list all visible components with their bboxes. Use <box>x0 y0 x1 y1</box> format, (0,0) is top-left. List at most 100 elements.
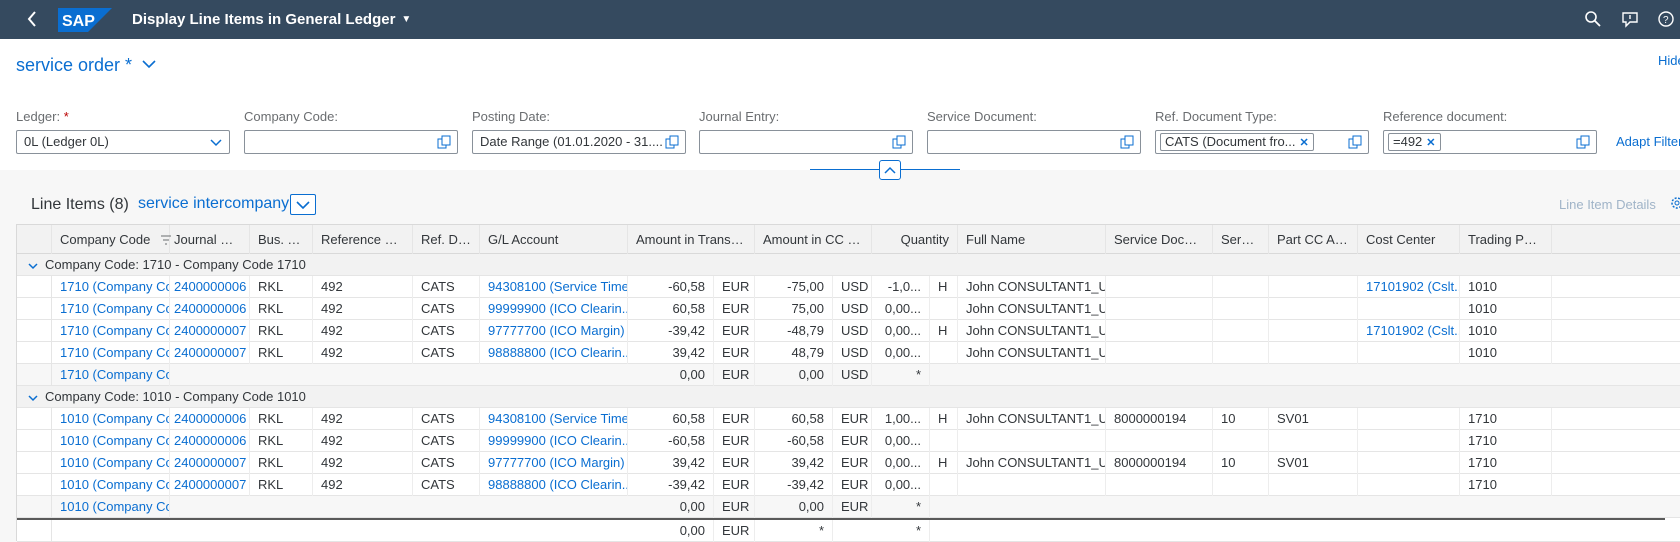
table-row[interactable]: 1010 (Company Co...2400000006RKL492CATS9… <box>17 430 1680 452</box>
chevron-down-icon[interactable] <box>209 135 223 149</box>
row-selector[interactable] <box>17 452 52 474</box>
table-cell[interactable]: 94308100 (Service Time) <box>480 276 628 298</box>
settings-gear-icon[interactable] <box>1670 196 1680 210</box>
app-title[interactable]: Display Line Items in General Ledger ▼ <box>132 11 411 28</box>
hide-filter-bar-link[interactable]: Hide <box>1658 53 1680 68</box>
filter-token[interactable]: CATS (Document fro... ✕ <box>1160 133 1314 151</box>
search-icon[interactable] <box>1584 10 1602 28</box>
chevron-down-icon[interactable] <box>142 56 156 72</box>
journal-entry-input[interactable] <box>699 130 913 154</box>
table-cell[interactable]: 1010 (Company Co... <box>52 452 170 474</box>
column-header[interactable]: Full Name <box>958 225 1106 254</box>
column-header[interactable]: Reference doc... <box>313 225 413 254</box>
column-header[interactable]: Company Code <box>52 225 170 254</box>
row-selector[interactable] <box>17 430 52 452</box>
column-header[interactable]: Service Docum... <box>1106 225 1213 254</box>
table-cell[interactable]: 17101902 (Cslt... <box>1358 320 1460 342</box>
ref-document-type-input[interactable]: CATS (Document fro... ✕ <box>1155 130 1369 154</box>
table-cell[interactable]: 1010 (Company Co... <box>52 474 170 496</box>
line-item-details-button[interactable]: Line Item Details <box>1559 197 1656 212</box>
table-cell[interactable]: 1710 (Company Co... <box>52 298 170 320</box>
table-cell[interactable]: 1710 (Company Co... <box>52 342 170 364</box>
row-selector[interactable] <box>17 276 52 298</box>
row-selector[interactable] <box>17 364 52 386</box>
ledger-select[interactable]: 0L (Ledger 0L) <box>16 130 230 154</box>
table-cell[interactable]: 99999900 (ICO Clearin... <box>480 298 628 320</box>
value-help-icon[interactable] <box>1576 135 1590 149</box>
column-header[interactable]: Bus. Tr... <box>250 225 313 254</box>
column-header[interactable]: Cost Center <box>1358 225 1460 254</box>
adapt-filters-button[interactable]: Adapt Filters <box>1616 134 1680 149</box>
remove-token-icon[interactable]: ✕ <box>1426 137 1435 149</box>
variant-selector[interactable]: service order * <box>16 55 156 76</box>
column-header[interactable]: G/L Account <box>480 225 628 254</box>
table-cell[interactable]: 2400000007 <box>166 474 250 496</box>
table-row[interactable]: 1010 (Company Co...2400000007RKL492CATS9… <box>17 452 1680 474</box>
column-header[interactable]: Ref. Do... <box>413 225 480 254</box>
row-selector[interactable] <box>17 320 52 342</box>
row-selector[interactable] <box>17 342 52 364</box>
table-cell[interactable]: 2400000007 <box>166 452 250 474</box>
table-row[interactable]: 1710 (Company Co...2400000007RKL492CATS9… <box>17 320 1680 342</box>
table-variant-name[interactable]: service intercompany <box>138 195 289 213</box>
column-header[interactable]: Trading Part... <box>1460 225 1552 254</box>
table-cell[interactable]: 97777700 (ICO Margin) <box>480 452 628 474</box>
value-help-icon[interactable] <box>1120 135 1134 149</box>
value-help-icon[interactable] <box>665 135 679 149</box>
reference-document-input[interactable]: =492 ✕ <box>1383 130 1597 154</box>
table-row[interactable]: 1710 (Company Co...2400000006RKL492CATS9… <box>17 298 1680 320</box>
value-help-icon[interactable] <box>892 135 906 149</box>
chevron-down-icon[interactable] <box>27 259 39 271</box>
table-cell[interactable]: 94308100 (Service Time) <box>480 408 628 430</box>
table-cell[interactable]: 2400000006 <box>166 298 250 320</box>
table-cell[interactable]: 2400000007 <box>166 320 250 342</box>
table-cell[interactable]: 1010 (Company Co... <box>52 430 170 452</box>
table-row[interactable]: 1710 (Company Co...2400000006RKL492CATS9… <box>17 276 1680 298</box>
filter-token[interactable]: =492 ✕ <box>1388 133 1441 151</box>
table-cell[interactable]: 1010 (Company Co... <box>52 408 170 430</box>
table-cell[interactable]: 98888800 (ICO Clearin... <box>480 474 628 496</box>
table-cell[interactable]: 17101902 (Cslt... <box>1358 276 1460 298</box>
table-cell[interactable]: 2400000007 <box>166 342 250 364</box>
value-help-icon[interactable] <box>437 135 451 149</box>
column-header[interactable]: Quantity <box>872 225 958 254</box>
service-document-input[interactable] <box>927 130 1141 154</box>
column-header[interactable]: Part CC Acti... <box>1269 225 1358 254</box>
chevron-down-icon[interactable] <box>27 391 39 403</box>
row-selector[interactable] <box>17 408 52 430</box>
table-variant-button[interactable] <box>290 194 316 215</box>
back-icon[interactable] <box>25 9 39 33</box>
column-header[interactable]: Amount in Trans Crcy <box>628 225 755 254</box>
table-cell[interactable]: 1710 (Company Co... <box>52 320 170 342</box>
group-header-row[interactable]: Company Code: 1010 - Company Code 1010 <box>17 386 1680 408</box>
posting-date-input[interactable]: Date Range (01.01.2020 - 31.... <box>472 130 686 154</box>
feedback-icon[interactable] <box>1621 10 1639 28</box>
table-cell[interactable]: 98888800 (ICO Clearin... <box>480 342 628 364</box>
filter-icon[interactable] <box>160 233 172 245</box>
row-selector[interactable] <box>17 474 52 496</box>
table-cell[interactable]: 2400000006 <box>166 430 250 452</box>
company-code-input[interactable] <box>244 130 458 154</box>
table-row[interactable]: 1010 (Company Co...2400000006RKL492CATS9… <box>17 408 1680 430</box>
table-cell[interactable]: 99999900 (ICO Clearin... <box>480 430 628 452</box>
table-cell[interactable]: 1710 (Company Co... <box>52 276 170 298</box>
row-selector[interactable] <box>17 520 52 542</box>
row-selector[interactable] <box>17 298 52 320</box>
collapse-header-button[interactable] <box>879 160 901 180</box>
column-header[interactable]: Amount in CC Crcy <box>755 225 872 254</box>
column-header[interactable]: Journal Entry <box>166 225 250 254</box>
value-help-icon[interactable] <box>1348 135 1362 149</box>
column-header[interactable]: Servi... <box>1213 225 1269 254</box>
table-cell: -1,0... <box>872 276 930 298</box>
table-row[interactable]: 1010 (Company Co...2400000007RKL492CATS9… <box>17 474 1680 496</box>
table-cell[interactable]: 2400000006 <box>166 276 250 298</box>
subtotal-cell[interactable]: 1010 (Company Co... <box>52 496 170 518</box>
table-cell[interactable]: 2400000006 <box>166 408 250 430</box>
help-icon[interactable]: ? <box>1657 10 1675 28</box>
remove-token-icon[interactable]: ✕ <box>1300 137 1309 149</box>
row-selector[interactable] <box>17 496 52 518</box>
table-cell[interactable]: 97777700 (ICO Margin) <box>480 320 628 342</box>
group-header-row[interactable]: Company Code: 1710 - Company Code 1710 <box>17 254 1680 276</box>
table-row[interactable]: 1710 (Company Co...2400000007RKL492CATS9… <box>17 342 1680 364</box>
subtotal-cell[interactable]: 1710 (Company Co... <box>52 364 170 386</box>
